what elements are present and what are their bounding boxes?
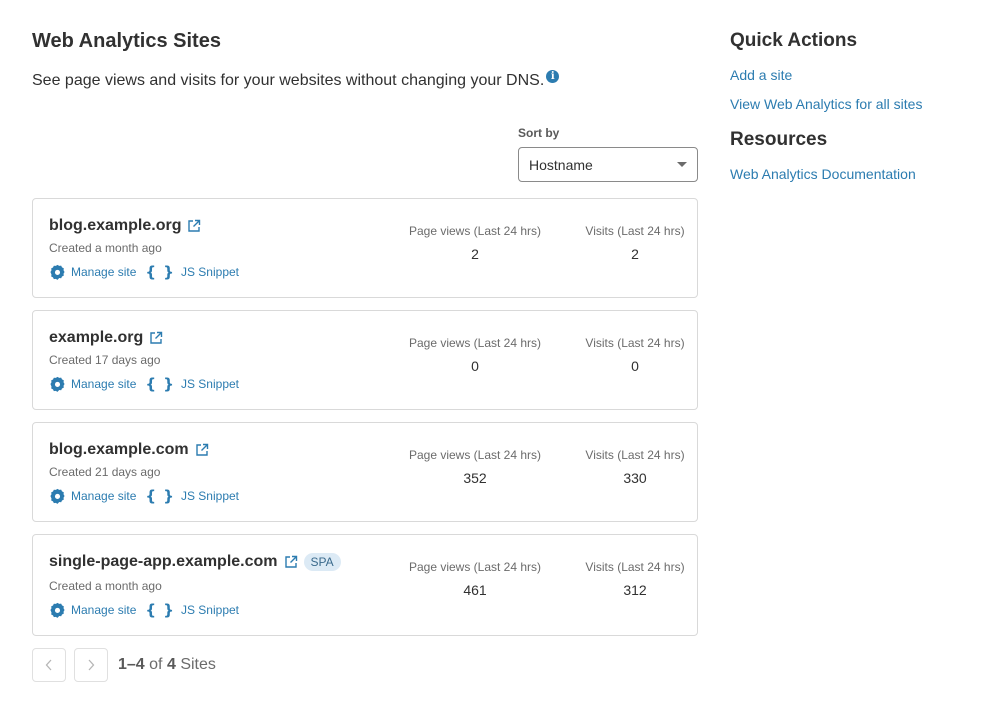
site-created: Created a month ago <box>49 241 162 255</box>
code-braces-icon: { } <box>145 263 175 281</box>
js-snippet-link[interactable]: JS Snippet <box>181 377 239 391</box>
site-hostname[interactable]: blog.example.com <box>49 441 189 459</box>
page-subtitle: See page views and visits for your websi… <box>32 70 560 90</box>
chevron-right-icon <box>88 659 95 671</box>
external-link-icon[interactable] <box>149 331 163 345</box>
visits-metric: Visits (Last 24 hrs) 0 <box>581 336 689 374</box>
code-braces-icon: { } <box>145 487 175 505</box>
site-card: example.org Created 17 days ago Manage s… <box>32 310 698 410</box>
gear-icon <box>50 602 65 618</box>
page-title: Web Analytics Sites <box>32 30 221 52</box>
external-link-icon[interactable] <box>187 219 201 233</box>
js-snippet-link[interactable]: JS Snippet <box>181 489 239 503</box>
site-card: blog.example.com Created 21 days ago Man… <box>32 422 698 522</box>
spa-badge: SPA <box>303 553 341 571</box>
sort-by-label: Sort by <box>518 126 560 140</box>
visits-value: 0 <box>631 358 639 374</box>
site-created: Created a month ago <box>49 579 162 593</box>
pageviews-value: 2 <box>471 246 479 262</box>
pagination-summary: 1–4 of 4 Sites <box>118 656 216 673</box>
gear-icon <box>50 488 65 504</box>
quick-actions-heading: Quick Actions <box>730 30 858 51</box>
resources-heading: Resources <box>730 129 828 150</box>
visits-value: 330 <box>623 470 647 486</box>
external-link-icon[interactable] <box>195 443 209 457</box>
manage-site-link[interactable]: Manage site <box>49 264 136 281</box>
chevron-left-icon <box>45 659 52 671</box>
pagination: 1–4 of 4 Sites <box>32 648 216 682</box>
pageviews-metric: Page views (Last 24 hrs) 352 <box>405 448 545 486</box>
visits-value: 2 <box>631 246 639 262</box>
site-hostname[interactable]: example.org <box>49 329 143 347</box>
site-created: Created 21 days ago <box>49 465 161 479</box>
visits-metric: Visits (Last 24 hrs) 330 <box>581 448 689 486</box>
js-snippet-link[interactable]: JS Snippet <box>181 603 239 617</box>
manage-site-link[interactable]: Manage site <box>49 602 136 619</box>
add-site-link[interactable]: Add a site <box>730 67 792 83</box>
pageviews-value: 352 <box>463 470 487 486</box>
code-braces-icon: { } <box>145 375 175 393</box>
external-link-icon[interactable] <box>284 555 298 569</box>
visits-value: 312 <box>623 582 647 598</box>
js-snippet-link[interactable]: JS Snippet <box>181 265 239 279</box>
sort-by-select[interactable]: Hostname <box>518 147 698 182</box>
code-braces-icon: { } <box>145 601 175 619</box>
documentation-link[interactable]: Web Analytics Documentation <box>730 166 916 182</box>
site-card: blog.example.org Created a month ago Man… <box>32 198 698 298</box>
pageviews-value: 461 <box>463 582 487 598</box>
pageviews-value: 0 <box>471 358 479 374</box>
site-hostname[interactable]: single-page-app.example.com <box>49 553 278 571</box>
site-hostname[interactable]: blog.example.org <box>49 217 181 235</box>
sort-by-value: Hostname <box>529 156 593 173</box>
gear-icon <box>50 264 65 280</box>
gear-icon <box>50 376 65 392</box>
next-page-button[interactable] <box>74 648 108 682</box>
previous-page-button[interactable] <box>32 648 66 682</box>
visits-metric: Visits (Last 24 hrs) 2 <box>581 224 689 262</box>
site-card: single-page-app.example.com SPA Created … <box>32 534 698 636</box>
visits-metric: Visits (Last 24 hrs) 312 <box>581 560 689 598</box>
pageviews-metric: Page views (Last 24 hrs) 461 <box>405 560 545 598</box>
manage-site-link[interactable]: Manage site <box>49 488 136 505</box>
pageviews-metric: Page views (Last 24 hrs) 0 <box>405 336 545 374</box>
site-created: Created 17 days ago <box>49 353 161 367</box>
pageviews-metric: Page views (Last 24 hrs) 2 <box>405 224 545 262</box>
info-icon[interactable]: i <box>546 70 560 83</box>
chevron-down-icon <box>677 162 687 167</box>
view-all-sites-link[interactable]: View Web Analytics for all sites <box>730 96 922 112</box>
manage-site-link[interactable]: Manage site <box>49 376 136 393</box>
